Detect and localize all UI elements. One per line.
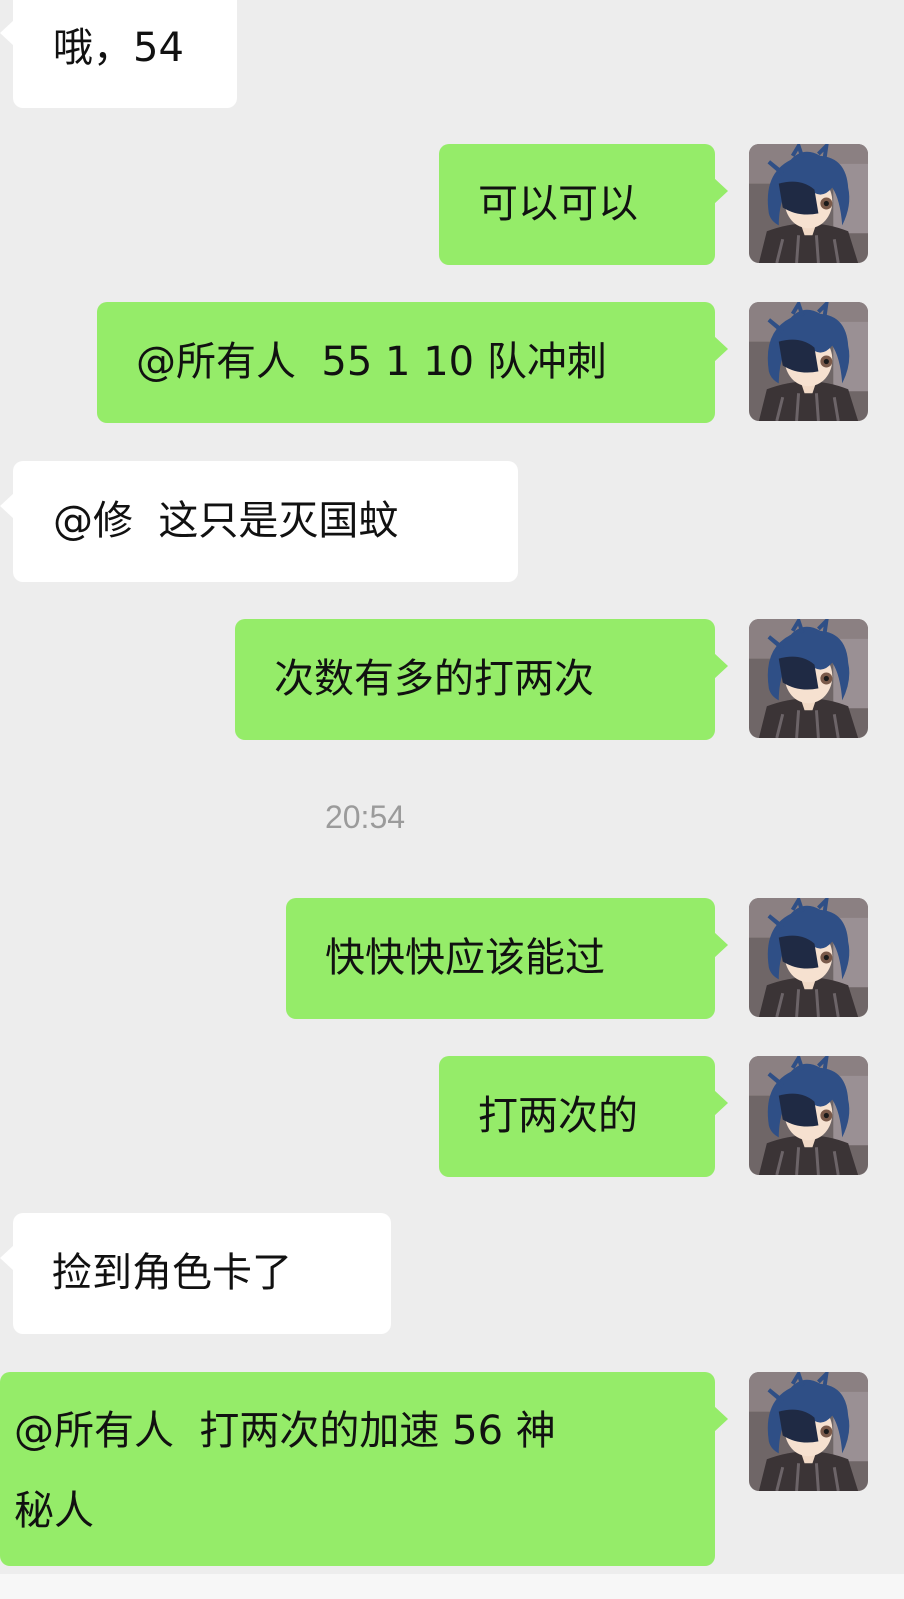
message-text: @所有人 55 1 10 队冲刺 <box>136 339 607 385</box>
chat-bubble-outgoing[interactable]: 次数有多的打两次 <box>235 619 728 740</box>
chat-bubble-outgoing[interactable]: @所有人 打两次的加速 56 神 秘人 <box>0 1372 728 1566</box>
chat-bubble-incoming[interactable]: @修 这只是灭国蚊 <box>0 461 518 582</box>
message-text: @所有人 打两次的加速 56 神 秘人 <box>14 1408 556 1534</box>
avatar[interactable] <box>749 1056 868 1175</box>
message-text: 哦，54 <box>53 25 184 71</box>
anime-avatar-icon <box>749 302 868 421</box>
avatar[interactable] <box>749 1372 868 1491</box>
message-text: 可以可以 <box>478 181 638 227</box>
chat-bubble-outgoing[interactable]: 快快快应该能过 <box>286 898 728 1019</box>
chat-bubble-outgoing[interactable]: 可以可以 <box>439 144 728 265</box>
chat-timestamp: 20:54 <box>324 799 406 835</box>
anime-avatar-icon <box>749 144 868 263</box>
avatar[interactable] <box>749 619 868 738</box>
message-text: 打两次的 <box>478 1093 638 1139</box>
message-text: 次数有多的打两次 <box>274 656 594 702</box>
message-text: 快快快应该能过 <box>325 935 605 981</box>
chat-bubble-outgoing[interactable]: 打两次的 <box>439 1056 728 1177</box>
chat-bubble-outgoing[interactable]: @所有人 55 1 10 队冲刺 <box>97 302 728 423</box>
message-text: @修 这只是灭国蚊 <box>53 498 399 544</box>
anime-avatar-icon <box>749 898 868 1017</box>
anime-avatar-icon <box>749 619 868 738</box>
input-bar-edge <box>0 1574 904 1599</box>
chat-bubble-incoming[interactable]: 捡到角色卡了 <box>0 1213 391 1334</box>
chat-bubble-incoming[interactable]: 哦，54 <box>0 0 237 108</box>
anime-avatar-icon <box>749 1056 868 1175</box>
avatar[interactable] <box>749 144 868 263</box>
anime-avatar-icon <box>749 1372 868 1491</box>
avatar[interactable] <box>749 302 868 421</box>
avatar[interactable] <box>749 898 868 1017</box>
message-text: 捡到角色卡了 <box>52 1250 292 1296</box>
